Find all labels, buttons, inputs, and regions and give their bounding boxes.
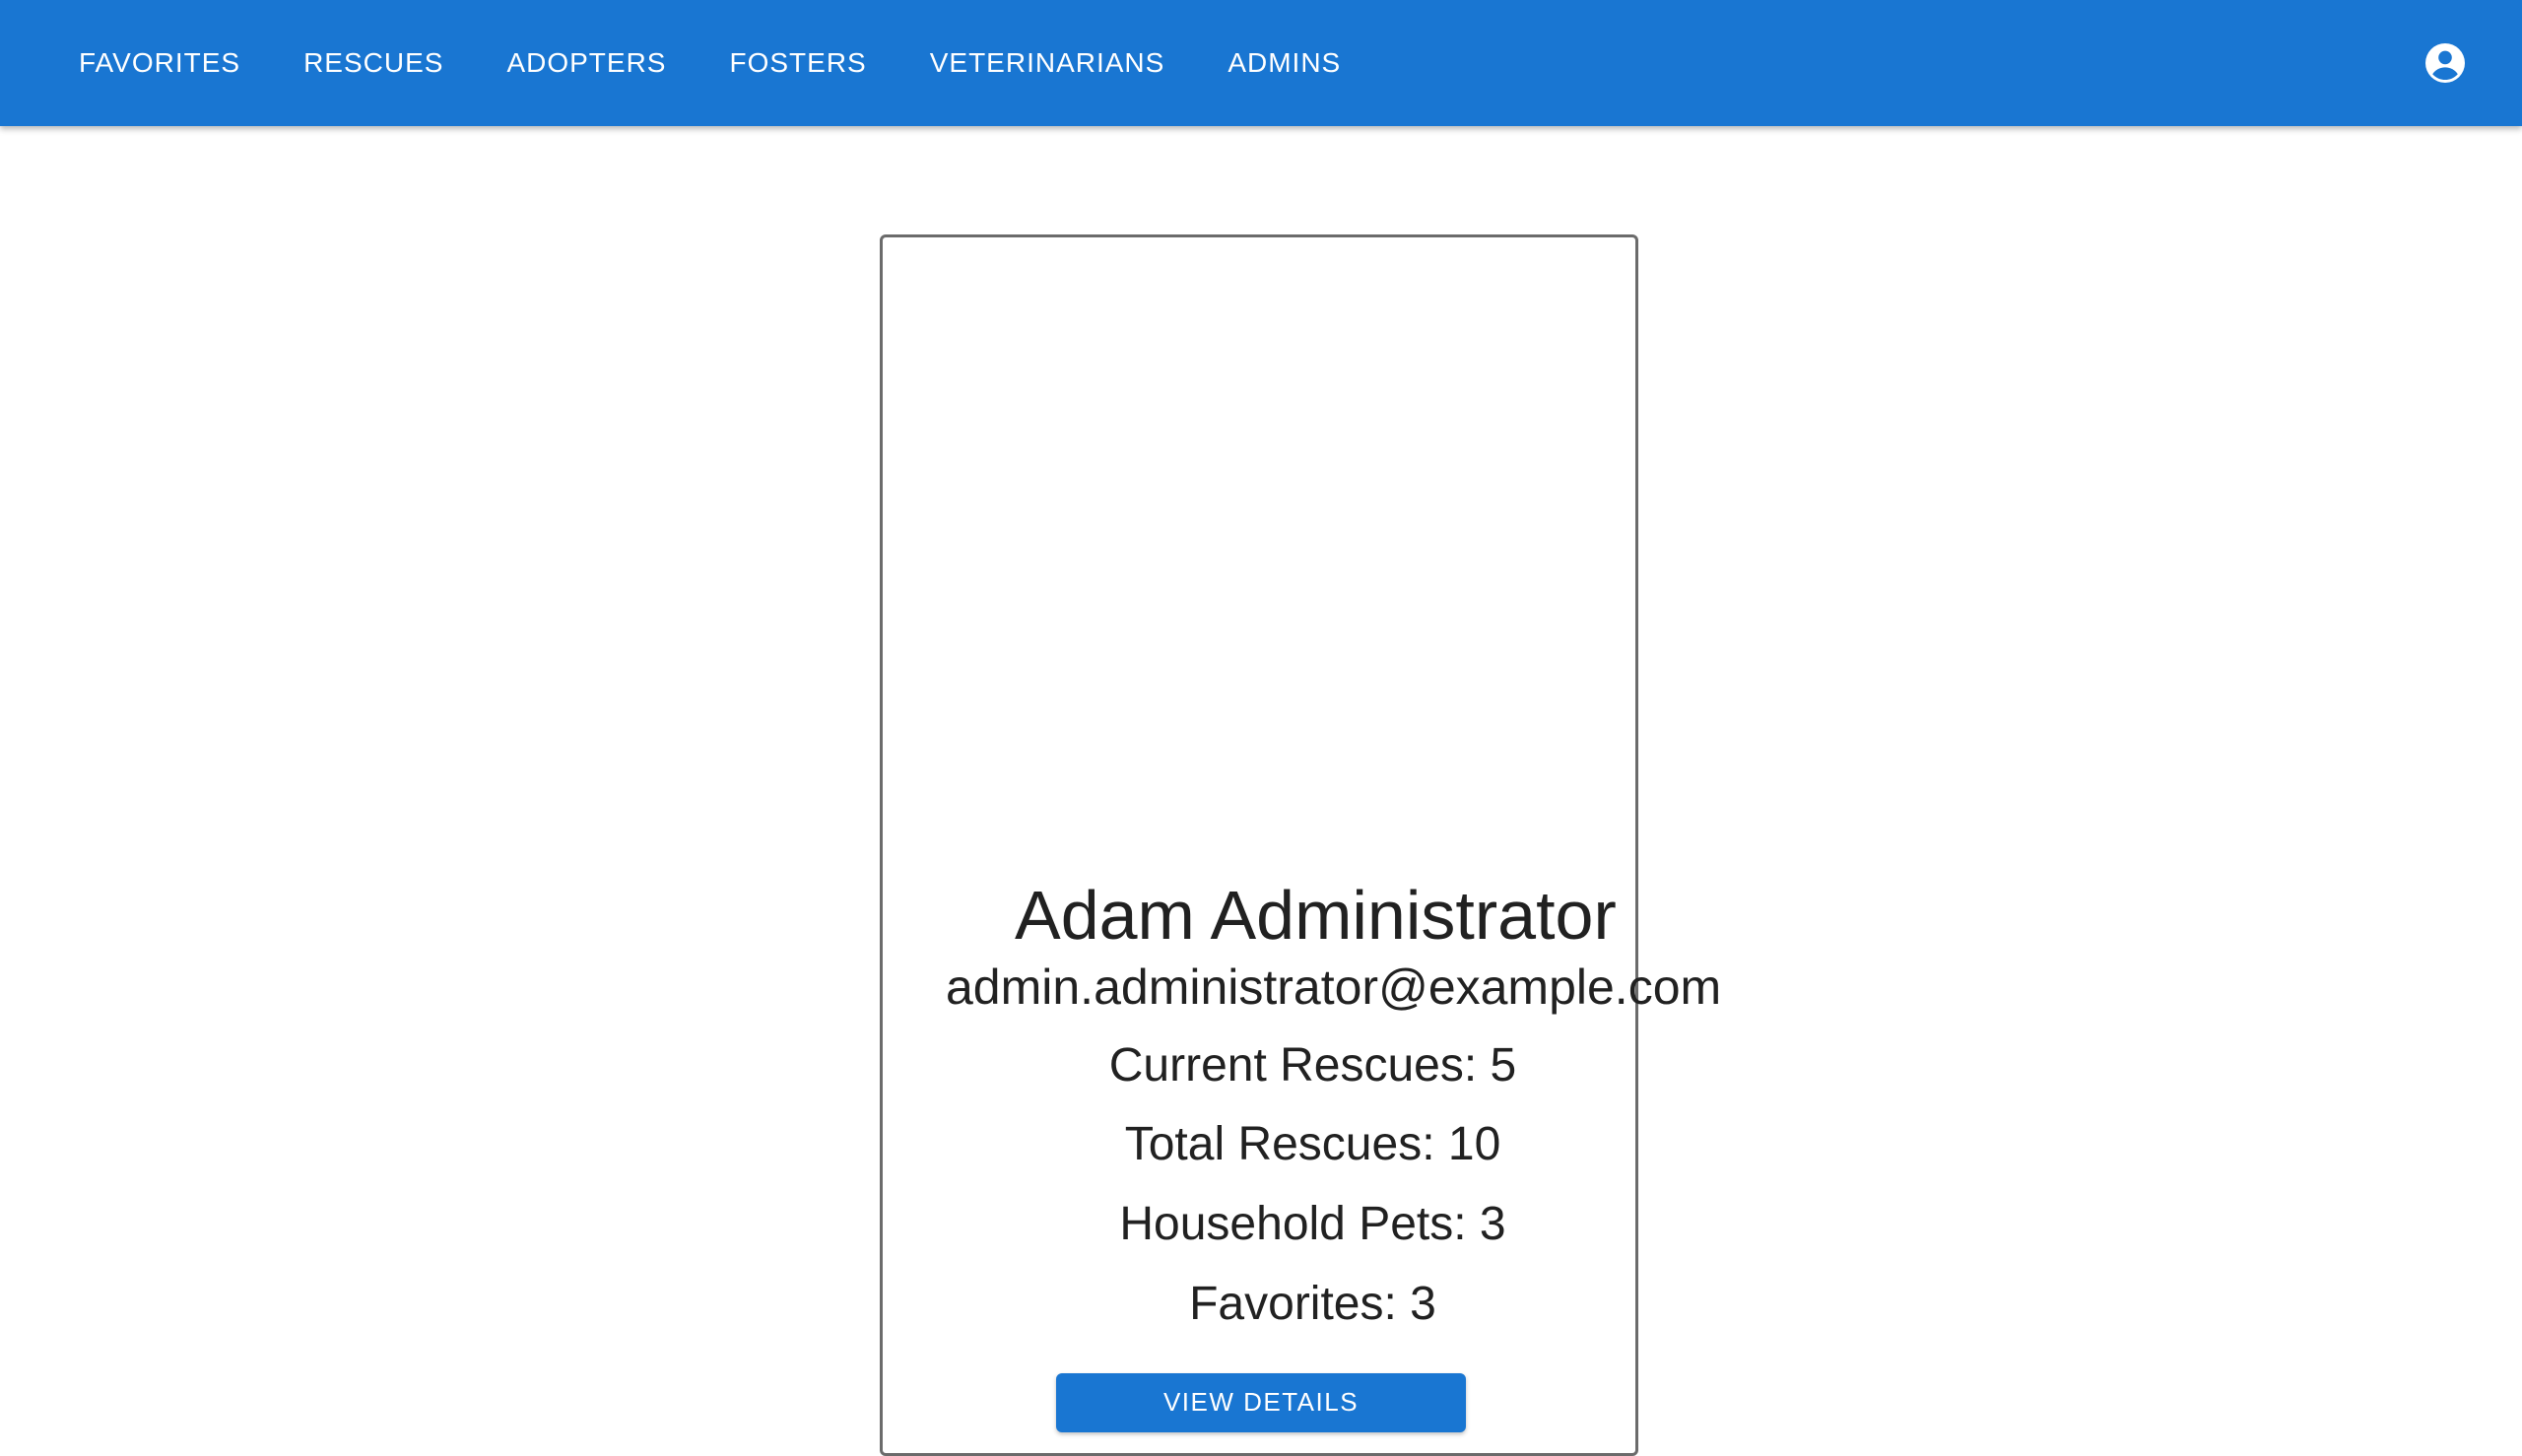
current-rescues-stat: Current Rescues: 5 <box>1108 1039 1517 1092</box>
favorites-stat: Favorites: 3 <box>1189 1278 1436 1330</box>
household-pets-stat: Household Pets: 3 <box>1119 1198 1506 1250</box>
nav-veterinarians[interactable]: VETERINARIANS <box>910 28 1185 99</box>
main-nav: FAVORITES RESCUES ADOPTERS FOSTERS VETER… <box>59 0 1384 126</box>
nav-rescues[interactable]: RESCUES <box>284 28 463 99</box>
nav-favorites[interactable]: FAVORITES <box>59 28 260 99</box>
total-rescues-stat: Total Rescues: 10 <box>1124 1118 1501 1170</box>
account-button[interactable] <box>2422 39 2469 87</box>
profile-image-area <box>883 237 1635 868</box>
nav-admins[interactable]: ADMINS <box>1208 28 1361 99</box>
profile-email: admin.administrator@example.com <box>946 960 1722 1015</box>
app-bar: FAVORITES RESCUES ADOPTERS FOSTERS VETER… <box>0 0 2522 126</box>
view-details-button[interactable]: VIEW DETAILS <box>1056 1373 1466 1432</box>
nav-adopters[interactable]: ADOPTERS <box>487 28 686 99</box>
profile-name: Adam Administrator <box>1015 877 1617 954</box>
nav-fosters[interactable]: FOSTERS <box>709 28 886 99</box>
admin-profile-card <box>880 234 1638 1456</box>
account-circle-icon <box>2425 43 2465 83</box>
